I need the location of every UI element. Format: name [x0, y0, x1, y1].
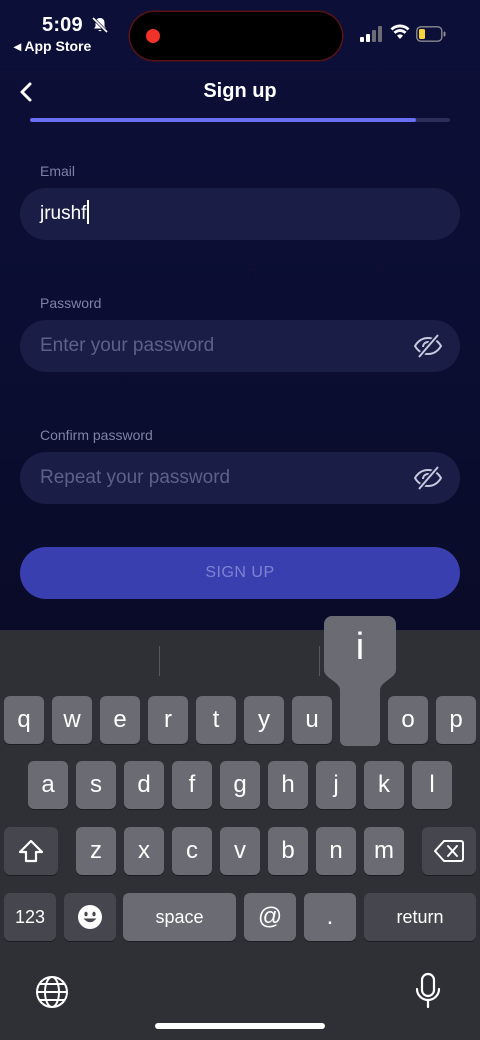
numbers-key[interactable]: 123 — [4, 893, 56, 941]
key-f[interactable]: f — [172, 761, 212, 809]
suggestion-divider — [319, 646, 320, 676]
key-m[interactable]: m — [364, 827, 404, 875]
key-s[interactable]: s — [76, 761, 116, 809]
globe-icon[interactable] — [34, 974, 70, 1010]
email-field[interactable]: jrushf — [20, 188, 460, 240]
status-time: 5:09 — [42, 14, 83, 36]
signup-progress-fill — [30, 118, 417, 122]
key-w[interactable]: w — [52, 696, 92, 744]
key-b[interactable]: b — [268, 827, 308, 875]
space-key[interactable]: space — [123, 893, 236, 941]
key-n[interactable]: n — [316, 827, 356, 875]
key-h[interactable]: h — [268, 761, 308, 809]
status-bar: 5:09 ◂ App Store — [0, 0, 480, 64]
key-z[interactable]: z — [76, 827, 116, 875]
backspace-key[interactable] — [422, 827, 476, 875]
key-k[interactable]: k — [364, 761, 404, 809]
key-g[interactable]: g — [220, 761, 260, 809]
signup-progress-bar — [30, 118, 450, 122]
shift-icon — [18, 839, 44, 863]
shift-key[interactable] — [4, 827, 58, 875]
password-label: Password — [40, 295, 102, 311]
dynamic-island — [130, 12, 342, 60]
microphone-icon[interactable] — [414, 972, 442, 1010]
at-key[interactable]: @ — [244, 893, 296, 941]
text-caret — [87, 200, 90, 225]
signal-icon — [360, 26, 382, 42]
key-r[interactable]: r — [148, 696, 188, 744]
battery-icon — [416, 26, 446, 42]
key-p[interactable]: p — [436, 696, 476, 744]
key-q[interactable]: q — [4, 696, 44, 744]
confirm-password-placeholder: Repeat your password — [40, 467, 231, 488]
home-indicator[interactable] — [155, 1023, 325, 1029]
key-l[interactable]: l — [412, 761, 452, 809]
key-e[interactable]: e — [100, 696, 140, 744]
suggestion-divider — [159, 646, 160, 676]
recording-indicator — [146, 29, 160, 43]
key-i-popup-letter: i — [355, 626, 365, 668]
key-y[interactable]: y — [244, 696, 284, 744]
email-label: Email — [40, 163, 76, 179]
confirm-password-label: Confirm password — [40, 427, 153, 443]
key-x[interactable]: x — [124, 827, 164, 875]
email-value: jrushf — [40, 188, 90, 240]
confirm-password-field[interactable]: Repeat your password — [20, 452, 460, 504]
key-d[interactable]: d — [124, 761, 164, 809]
password-field[interactable]: Enter your password — [20, 320, 460, 372]
emoji-key[interactable] — [64, 893, 116, 941]
dot-key[interactable]: . — [304, 893, 356, 941]
password-placeholder: Enter your password — [40, 335, 215, 356]
eye-slash-icon[interactable] — [412, 332, 444, 360]
wifi-icon — [390, 24, 410, 39]
key-c[interactable]: c — [172, 827, 212, 875]
return-key[interactable]: return — [364, 893, 476, 941]
page-title: Sign up — [203, 80, 277, 102]
key-j[interactable]: j — [316, 761, 356, 809]
sign-up-button[interactable]: SIGN UP — [20, 547, 460, 599]
back-to-app-store-link[interactable]: ◂ App Store — [14, 38, 91, 55]
backspace-icon — [434, 840, 464, 862]
key-v[interactable]: v — [220, 827, 260, 875]
key-t[interactable]: t — [196, 696, 236, 744]
emoji-icon — [78, 905, 102, 929]
eye-slash-icon[interactable] — [412, 464, 444, 492]
bell-slash-icon — [91, 16, 109, 34]
key-a[interactable]: a — [28, 761, 68, 809]
